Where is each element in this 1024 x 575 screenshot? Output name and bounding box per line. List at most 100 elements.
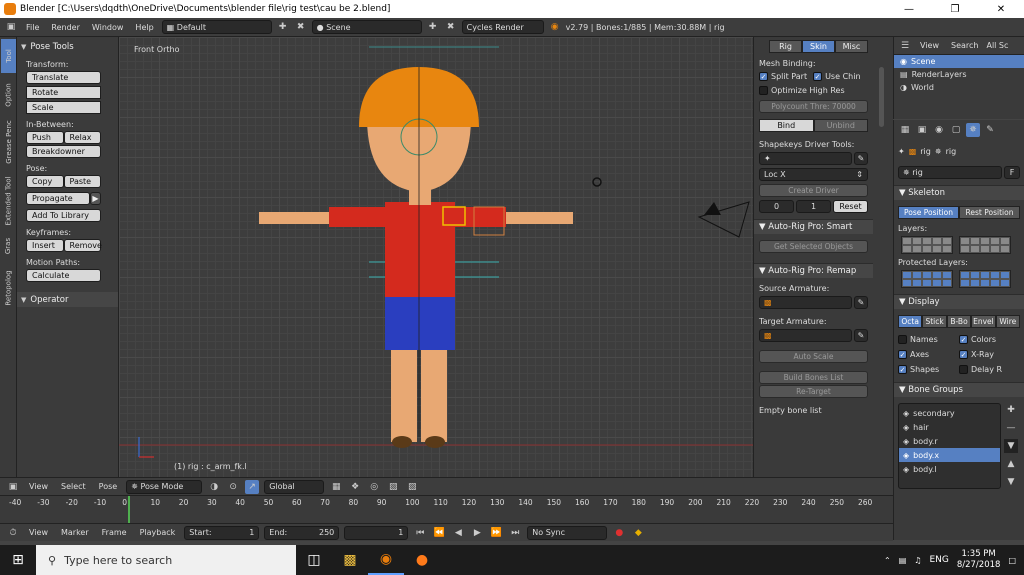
bone-group-item[interactable]: ◈ hair [899,420,1000,434]
add-to-library-button[interactable]: Add To Library [26,209,101,222]
taskbar-search[interactable]: ⚲ Type here to search [36,545,296,575]
tab-skin[interactable]: Skin [802,40,835,53]
driver-bone-field[interactable]: ✦ [759,152,852,165]
menu-window[interactable]: Window [88,23,128,32]
driver-axis-select[interactable]: Loc X ⇕ [759,168,868,181]
eyedropper-icon[interactable]: ✎ [854,152,868,165]
calculate-button[interactable]: Calculate [26,269,101,282]
keying-set-icon[interactable]: ◆ [631,526,645,540]
xray-checkbox[interactable]: ✓ X-Ray [959,350,1020,359]
record-icon[interactable]: ● [612,526,626,540]
get-selected-objects-button[interactable]: Get Selected Objects [759,240,868,253]
outliner-item-renderlayers[interactable]: ▤ RenderLayers [894,68,1024,81]
pose-position-button[interactable]: Pose Position [898,206,959,219]
reset-button[interactable]: Reset [833,200,868,213]
menu-file[interactable]: File [22,23,43,32]
object-tab-icon[interactable]: ▢ [949,123,963,137]
armature-tab-icon[interactable]: ✵ [966,123,980,137]
add-layout-icon[interactable]: ✚ [276,20,290,34]
source-armature-field[interactable]: ▩ [759,296,852,309]
remove-icon[interactable]: — [1004,421,1018,435]
split-parts-checkbox[interactable]: ✓ Split Part [759,72,807,81]
render-animation-icon[interactable]: ▨ [405,480,419,494]
paste-pose-button[interactable]: Paste [63,175,101,188]
editor-type-icon[interactable]: ▣ [6,480,20,494]
pose-tools-header[interactable]: ▼ Pose Tools [21,39,114,54]
tab-misc[interactable]: Misc [835,40,868,53]
fake-user-button[interactable]: F [1004,166,1020,179]
menu-view[interactable]: View [25,482,52,491]
breakdowner-button[interactable]: Breakdowner [26,145,101,158]
file-explorer-icon[interactable]: ▩ [332,545,368,575]
pivot-icon[interactable]: ⊙ [226,480,240,494]
translate-button[interactable]: Translate [26,71,101,84]
scale-button[interactable]: Scale [26,101,101,114]
bone-tab-icon[interactable]: ✎ [983,123,997,137]
snap-icon[interactable]: ❖ [348,480,362,494]
close-icon[interactable]: ✕ [978,0,1024,18]
insert-keyframe-button[interactable]: Insert [26,239,64,252]
create-driver-button[interactable]: Create Driver [759,184,868,197]
colors-checkbox[interactable]: ✓ Colors [959,335,1020,344]
remove-scene-icon[interactable]: ✖ [444,20,458,34]
layer-grid-right[interactable] [959,236,1011,254]
menu-down-icon[interactable]: ▼ [1004,439,1018,453]
retarget-button[interactable]: Re-Target [759,385,868,398]
bind-button[interactable]: Bind [759,119,814,132]
tab-option[interactable]: Option [1,77,16,113]
bone-group-item[interactable]: ◈ body.l [899,462,1000,476]
next-key-icon[interactable]: ⏩ [489,526,503,540]
display-octa[interactable]: Octa [898,315,923,328]
display-bbone[interactable]: B-Bo [946,315,972,328]
add-scene-icon[interactable]: ✚ [426,20,440,34]
prev-key-icon[interactable]: ⏪ [432,526,446,540]
scene-tab-icon[interactable]: ◉ [932,123,946,137]
copy-pose-button[interactable]: Copy [26,175,64,188]
remove-layout-icon[interactable]: ✖ [294,20,308,34]
optimize-checkbox[interactable]: Optimize High Res [759,86,845,95]
maximize-icon[interactable]: ❐ [932,0,978,18]
protected-grid-left[interactable] [901,270,953,288]
driver-min-field[interactable]: 0 [759,200,794,213]
propagate-menu-icon[interactable]: ▶ [90,192,101,205]
remove-keyframe-button[interactable]: Remove [63,239,102,252]
tab-grease-pencil[interactable]: Grease Penc [1,117,16,167]
minimize-icon[interactable]: — [886,0,932,18]
timeline-menu-view[interactable]: View [25,528,52,537]
menu-help[interactable]: Help [131,23,157,32]
tab-tool[interactable]: Tool [1,39,16,73]
unbind-button[interactable]: Unbind [813,119,868,132]
windows-start-icon[interactable]: ⊞ [0,545,36,575]
render-tab-icon[interactable]: ▣ [915,123,929,137]
timeline-ruler[interactable]: -40 -30 -20 -10 0 10 20 30 40 50 60 70 80 90 100 110 120… [0,495,893,524]
current-frame-field[interactable]: 1 [344,525,409,540]
rest-position-button[interactable]: Rest Position [959,206,1020,219]
manipulator-icon[interactable]: ↗ [245,479,260,494]
taskbar-clock[interactable]: 1:35 PM 8/27/2018 [957,549,1001,571]
layer-grid-left[interactable] [901,236,953,254]
shading-icon[interactable]: ◑ [207,480,221,494]
tab-rig[interactable]: Rig [769,40,802,53]
editor-type-icon[interactable]: ⏱ [6,526,20,540]
add-icon[interactable]: ✚ [1004,403,1018,417]
firefox-icon[interactable]: ● [404,545,440,575]
skeleton-header[interactable]: ▼ Skeleton [894,185,1024,200]
auto-scale-button[interactable]: Auto Scale [759,350,868,363]
menu-render[interactable]: Render [47,23,83,32]
polycount-field[interactable]: Polycount Thre: 70000 [759,100,868,113]
outliner-item-world[interactable]: ◑ World [894,81,1024,94]
render-engine-select[interactable]: Cycles Render [461,20,544,34]
axes-checkbox[interactable]: ✓ Axes [898,350,959,359]
mode-selector[interactable]: ✵ Pose Mode [126,479,203,494]
jump-start-icon[interactable]: ⏮ [413,526,427,540]
bone-group-item[interactable]: ◈ body.r [899,434,1000,448]
editor-type-icon[interactable]: ▣ [4,20,18,34]
task-view-icon[interactable]: ◫ [296,545,332,575]
menu-pose[interactable]: Pose [95,482,122,491]
sync-mode-select[interactable]: No Sync [527,525,608,540]
smart-panel-header[interactable]: ▼ Auto-Rig Pro: Smart [754,219,873,234]
tab-retopology[interactable]: Retopolog [1,263,16,313]
layers-icon[interactable]: ▦ [329,480,343,494]
play-icon[interactable]: ▶ [470,526,484,540]
show-hidden-icon[interactable]: ⌃ [884,556,891,565]
